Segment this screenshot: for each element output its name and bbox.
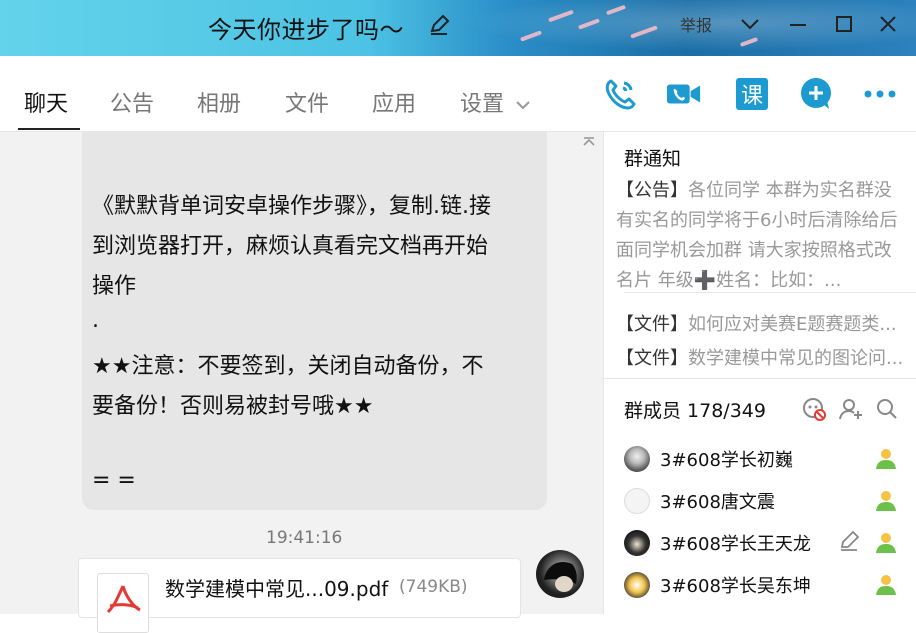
group-sidebar: 群通知 【公告】各位同学 本群为实名群没有实名的同学将于6小时后清除给后面同学机… [603, 132, 916, 614]
mute-members-icon[interactable] [802, 396, 828, 422]
group-title: 今天你进步了吗～ [208, 16, 404, 44]
member-name: 3#608学长吴东坤 [660, 576, 811, 597]
collapse-icon[interactable] [582, 132, 596, 151]
edit-title-icon[interactable] [428, 14, 450, 36]
tab-album[interactable]: 相册 [197, 86, 241, 118]
member-avatar [624, 530, 650, 556]
member-avatar [624, 488, 650, 514]
tab-chat[interactable]: 聊天 [24, 86, 68, 118]
pdf-icon [97, 573, 149, 633]
file-message-card[interactable]: 数学建模中常见...09.pdf (749KB) [78, 558, 521, 633]
active-tab-indicator [18, 128, 80, 130]
report-button[interactable]: 举报 [680, 12, 712, 36]
tab-announcement[interactable]: 公告 [110, 86, 154, 118]
lesson-icon[interactable]: 课 [734, 76, 770, 112]
more-icon[interactable] [862, 76, 898, 112]
divider [624, 292, 916, 293]
message-line: = = [92, 468, 136, 493]
file-name: 数学建模中常见...09.pdf [165, 577, 389, 601]
add-member-icon[interactable] [838, 396, 864, 422]
member-item[interactable]: 3#608唐文震 [624, 484, 904, 518]
message-line: 《默默背单词安卓操作步骤》，复制.链.接 [92, 194, 491, 219]
admin-role-icon [874, 572, 898, 596]
sender-avatar[interactable] [536, 550, 584, 598]
dropdown-chevron-icon[interactable] [736, 10, 764, 38]
notice-content[interactable]: 【公告】各位同学 本群为实名群没有实名的同学将于6小时后清除给后面同学机会加群 … [616, 176, 906, 296]
message-line: . [92, 308, 99, 333]
member-name: 3#608学长初巍 [660, 450, 793, 471]
member-item[interactable]: 3#608学长吴东坤 [624, 568, 904, 602]
add-icon[interactable] [798, 76, 834, 112]
notice-title: 群通知 [624, 148, 682, 170]
video-call-icon[interactable] [666, 76, 702, 112]
tab-apps[interactable]: 应用 [372, 86, 416, 118]
divider [604, 378, 916, 379]
lesson-label: 课 [736, 78, 768, 110]
member-name: 3#608唐文震 [660, 492, 775, 513]
member-name: 3#608学长王天龙 [660, 534, 811, 555]
minimize-button[interactable] [784, 10, 812, 38]
message-line: ★★注意：不要签到，关闭自动备份，不 [92, 354, 484, 379]
close-button[interactable] [874, 10, 902, 38]
message-line: 到浏览器打开，麻烦认真看完文档再开始 [92, 234, 489, 259]
group-file-item[interactable]: 【文件】如何应对美赛E题赛题类... [616, 310, 897, 336]
member-avatar [624, 572, 650, 598]
file-size: (749KB) [399, 577, 468, 597]
phone-icon[interactable] [602, 76, 638, 112]
member-item[interactable]: 3#608学长初巍 [624, 442, 904, 476]
edit-member-icon[interactable] [838, 530, 860, 552]
member-avatar [624, 446, 650, 472]
member-item[interactable]: 3#608学长王天龙 [624, 526, 904, 560]
tab-files[interactable]: 文件 [285, 86, 329, 118]
admin-role-icon [874, 488, 898, 512]
title-bar: 今天你进步了吗～ 举报 [0, 0, 916, 56]
tab-bar: 聊天 公告 相册 文件 应用 设置 课 [0, 56, 916, 132]
search-members-icon[interactable] [874, 396, 900, 422]
maximize-button[interactable] [830, 10, 858, 38]
admin-role-icon [874, 446, 898, 470]
group-file-item[interactable]: 【文件】数学建模中常见的图论问... [616, 344, 903, 370]
message-timestamp: 19:41:16 [266, 528, 343, 548]
notice-tag: 【公告】 [616, 180, 688, 201]
members-title: 群成员 178/349 [624, 400, 766, 422]
admin-role-icon [874, 530, 898, 554]
tab-settings[interactable]: 设置 [460, 86, 504, 118]
message-line: 要备份！否则易被封号哦★★ [92, 394, 374, 419]
message-line: 操作 [92, 274, 137, 299]
settings-chevron-icon[interactable] [514, 96, 532, 115]
